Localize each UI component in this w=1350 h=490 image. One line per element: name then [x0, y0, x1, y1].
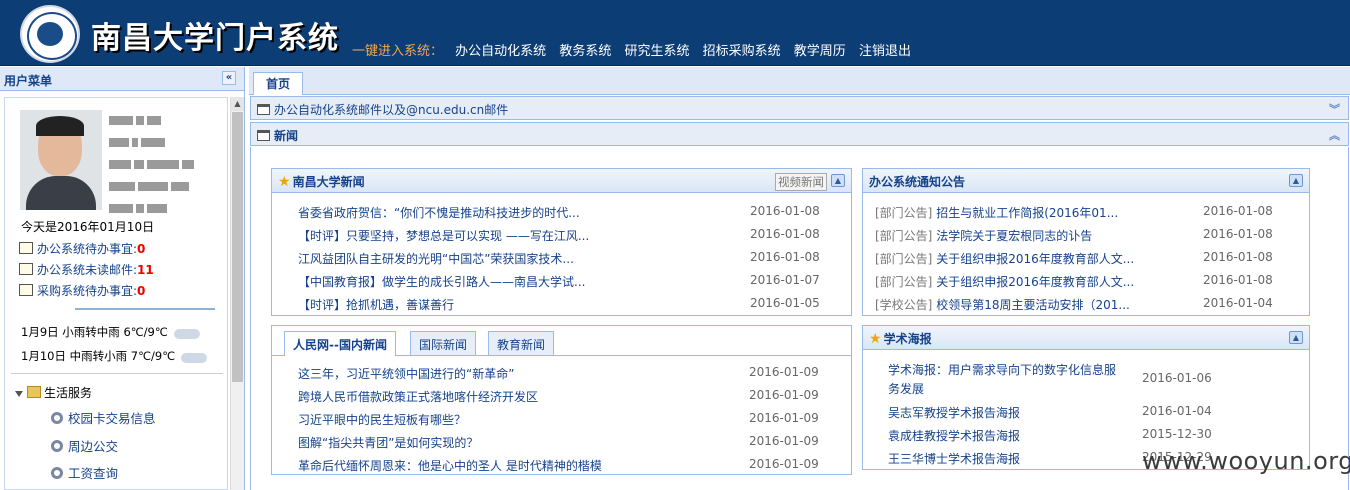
tree-item-campus-card[interactable]: 校园卡交易信息 — [51, 408, 156, 427]
pending-list-icon — [19, 284, 33, 296]
procurement-pending-count: 0 — [137, 284, 146, 298]
tree-node-life-services[interactable]: 生活服务 — [15, 384, 92, 401]
link-graduate-system[interactable]: 研究生系统 — [624, 44, 689, 59]
notices-header: 办公系统通知公告 ▲ — [863, 169, 1309, 193]
weather-day-1: 1月9日 小雨转中雨 6℃/9℃ — [21, 324, 202, 340]
site-title: 南昌大学门户系统 — [91, 21, 339, 56]
list-item[interactable]: 吴志军教授学术报告海报 2016-01-04 — [863, 404, 1309, 422]
quick-access-bar: 一键进入系统： 办公自动化系统 教务系统 研究生系统 招标采购系统 教学周历 注… — [352, 40, 920, 59]
list-item[interactable]: [学校公告] 校领导第18周主要活动安排（201... 2016-01-04 — [863, 296, 1309, 314]
list-item[interactable]: 袁成桂教授学术报告海报 2015-12-30 — [863, 427, 1309, 445]
sidebar-scrollbar[interactable]: ▲ — [230, 97, 244, 490]
tree-item-salary-query[interactable]: 工资查询 — [51, 463, 118, 482]
link-oa-system[interactable]: 办公自动化系统 — [455, 44, 546, 59]
tab-home[interactable]: 首页 — [253, 72, 303, 95]
expand-panel-icon[interactable]: ︾ — [1329, 101, 1340, 117]
sidebar-body: 今天是2016年01月10日 办公系统待办事宜:0 办公系统未读邮件:11 采购… — [4, 97, 228, 490]
oa-pending-count: 0 — [137, 242, 146, 256]
news-panel-body: ★ 南昌大学新闻 视频新闻 ▲ 省委省政府贺信：“你们不愧是推动科技进步的时代..… — [250, 147, 1349, 490]
tab-domestic-news[interactable]: 人民网--国内新闻 — [284, 331, 396, 356]
gear-icon — [51, 440, 63, 452]
list-item[interactable]: [部门公告] 法学院关于夏宏根同志的讣告 2016-01-08 — [863, 227, 1309, 245]
ncu-news-header: ★ 南昌大学新闻 视频新闻 ▲ — [272, 169, 851, 193]
collapse-sidebar-icon[interactable]: « — [222, 71, 236, 85]
main-content: 首页 办公自动化系统邮件以及@ncu.edu.cn邮件 ︾ 新闻 ︽ ★ 南昌大学… — [249, 67, 1350, 490]
news-panel-header[interactable]: 新闻 ︽ — [250, 122, 1349, 146]
star-icon: ★ — [278, 174, 291, 190]
tab-bar: 首页 — [249, 67, 1350, 95]
rain-cloud-icon — [179, 350, 209, 364]
collapse-portlet-icon[interactable]: ▲ — [1289, 331, 1303, 344]
tab-education-news[interactable]: 教育新闻 — [488, 331, 555, 355]
redacted-user-info — [109, 136, 199, 148]
list-item[interactable]: 【时评】只要坚持，梦想总是可以实现 ——写在江风... 2016-01-08 — [272, 227, 851, 245]
redacted-user-info — [109, 114, 199, 126]
expand-arrow-icon[interactable] — [15, 391, 23, 397]
scrollbar-thumb[interactable] — [232, 112, 243, 382]
watermark-text: www.wooyun.org — [1142, 447, 1350, 475]
weather-day-2: 1月10日 中雨转小雨 7℃/9℃ — [21, 348, 209, 364]
oa-pending-link[interactable]: 办公系统待办事宜:0 — [19, 240, 145, 258]
list-item[interactable]: 跨境人民币借款政策正式落地喀什经济开发区 2016-01-09 — [272, 388, 851, 406]
tab-international-news[interactable]: 国际新闻 — [410, 331, 477, 355]
video-news-button[interactable]: 视频新闻 — [775, 173, 827, 191]
today-date: 今天是2016年01月10日 — [21, 220, 155, 234]
academic-posters-header: ★ 学术海报 ▲ — [863, 326, 1309, 350]
envelope-icon — [19, 263, 33, 275]
link-teaching-calendar[interactable]: 教学周历 — [794, 44, 846, 59]
divider — [75, 308, 215, 310]
collapse-portlet-icon[interactable]: ▲ — [1289, 174, 1303, 187]
link-procurement-system[interactable]: 招标采购系统 — [703, 44, 781, 59]
redacted-user-info — [109, 180, 199, 192]
divider — [11, 373, 223, 374]
tree-item-nearby-bus[interactable]: 周边公交 — [51, 436, 118, 455]
scroll-up-arrow-icon[interactable]: ▲ — [231, 97, 244, 111]
gear-icon — [51, 467, 63, 479]
list-item[interactable]: [部门公告] 招生与就业工作简报(2016年01... 2016-01-08 — [863, 204, 1309, 222]
list-item[interactable]: [部门公告] 关于组织申报2016年度教育部人文... 2016-01-08 — [863, 250, 1309, 268]
list-item[interactable]: 图解“指尖共青团”是如何实现的？ 2016-01-09 — [272, 434, 851, 452]
redacted-user-info — [109, 202, 199, 214]
list-item[interactable]: [部门公告] 关于组织申报2016年度教育部人文... 2016-01-08 — [863, 273, 1309, 291]
user-menu-sidebar: 用户菜单 « 今天是2016年01月10日 办公系统待办事宜:0 办公系统未读邮… — [0, 67, 245, 490]
sidebar-header: 用户菜单 « — [0, 67, 244, 91]
window-icon — [257, 130, 270, 141]
unread-mail-count: 11 — [137, 263, 154, 277]
link-logout[interactable]: 注销退出 — [859, 44, 911, 59]
folder-icon — [27, 386, 41, 398]
collapse-panel-icon[interactable]: ︽ — [1329, 127, 1340, 143]
list-item[interactable]: 省委省政府贺信：“你们不愧是推动科技进步的时代... 2016-01-08 — [272, 204, 851, 222]
sidebar-title: 用户菜单 — [4, 74, 53, 88]
university-logo — [20, 5, 80, 63]
list-item[interactable]: 学术海报：用户需求导向下的数字化信息服 务发展 2016-01-06 — [863, 361, 1309, 399]
news-source-tabs: 人民网--国内新闻 国际新闻 教育新闻 — [272, 326, 851, 356]
list-item[interactable]: 【中国教育报】做学生的成长引路人——南昌大学试... 2016-01-07 — [272, 273, 851, 291]
top-header: 南昌大学门户系统 一键进入系统： 办公自动化系统 教务系统 研究生系统 招标采购… — [0, 0, 1350, 66]
star-icon: ★ — [869, 331, 882, 347]
notices-portlet: 办公系统通知公告 ▲ [部门公告] 招生与就业工作简报(2016年01... 20… — [862, 168, 1310, 316]
list-item[interactable]: 习近平眼中的民生短板有哪些？ 2016-01-09 — [272, 411, 851, 429]
user-avatar — [20, 110, 102, 210]
list-item[interactable]: 革命后代缅怀周恩来：他是心中的圣人 是时代精神的楷模 2016-01-09 — [272, 457, 851, 475]
pending-list-icon — [19, 242, 33, 254]
list-item[interactable]: 江风益团队自主研发的光明“中国芯”荣获国家技术... 2016-01-08 — [272, 250, 851, 268]
people-news-portlet: 人民网--国内新闻 国际新闻 教育新闻 这三年，习近平统领中国进行的“新革命” 2… — [271, 325, 852, 475]
collapse-portlet-icon[interactable]: ▲ — [831, 174, 845, 187]
procurement-pending-link[interactable]: 采购系统待办事宜:0 — [19, 282, 145, 300]
ncu-news-portlet: ★ 南昌大学新闻 视频新闻 ▲ 省委省政府贺信：“你们不愧是推动科技进步的时代..… — [271, 168, 852, 316]
rain-cloud-icon — [172, 326, 202, 340]
window-icon — [257, 104, 270, 115]
oa-unread-mail-link[interactable]: 办公系统未读邮件:11 — [19, 261, 154, 279]
quick-access-label: 一键进入系统： — [352, 44, 444, 59]
mail-panel-header[interactable]: 办公自动化系统邮件以及@ncu.edu.cn邮件 ︾ — [250, 96, 1349, 120]
list-item[interactable]: 这三年，习近平统领中国进行的“新革命” 2016-01-09 — [272, 365, 851, 383]
redacted-user-info — [109, 158, 199, 170]
list-item[interactable]: 【时评】抢抓机遇，善谋善行 2016-01-05 — [272, 296, 851, 314]
link-academic-affairs[interactable]: 教务系统 — [559, 44, 611, 59]
gear-icon — [51, 412, 63, 424]
